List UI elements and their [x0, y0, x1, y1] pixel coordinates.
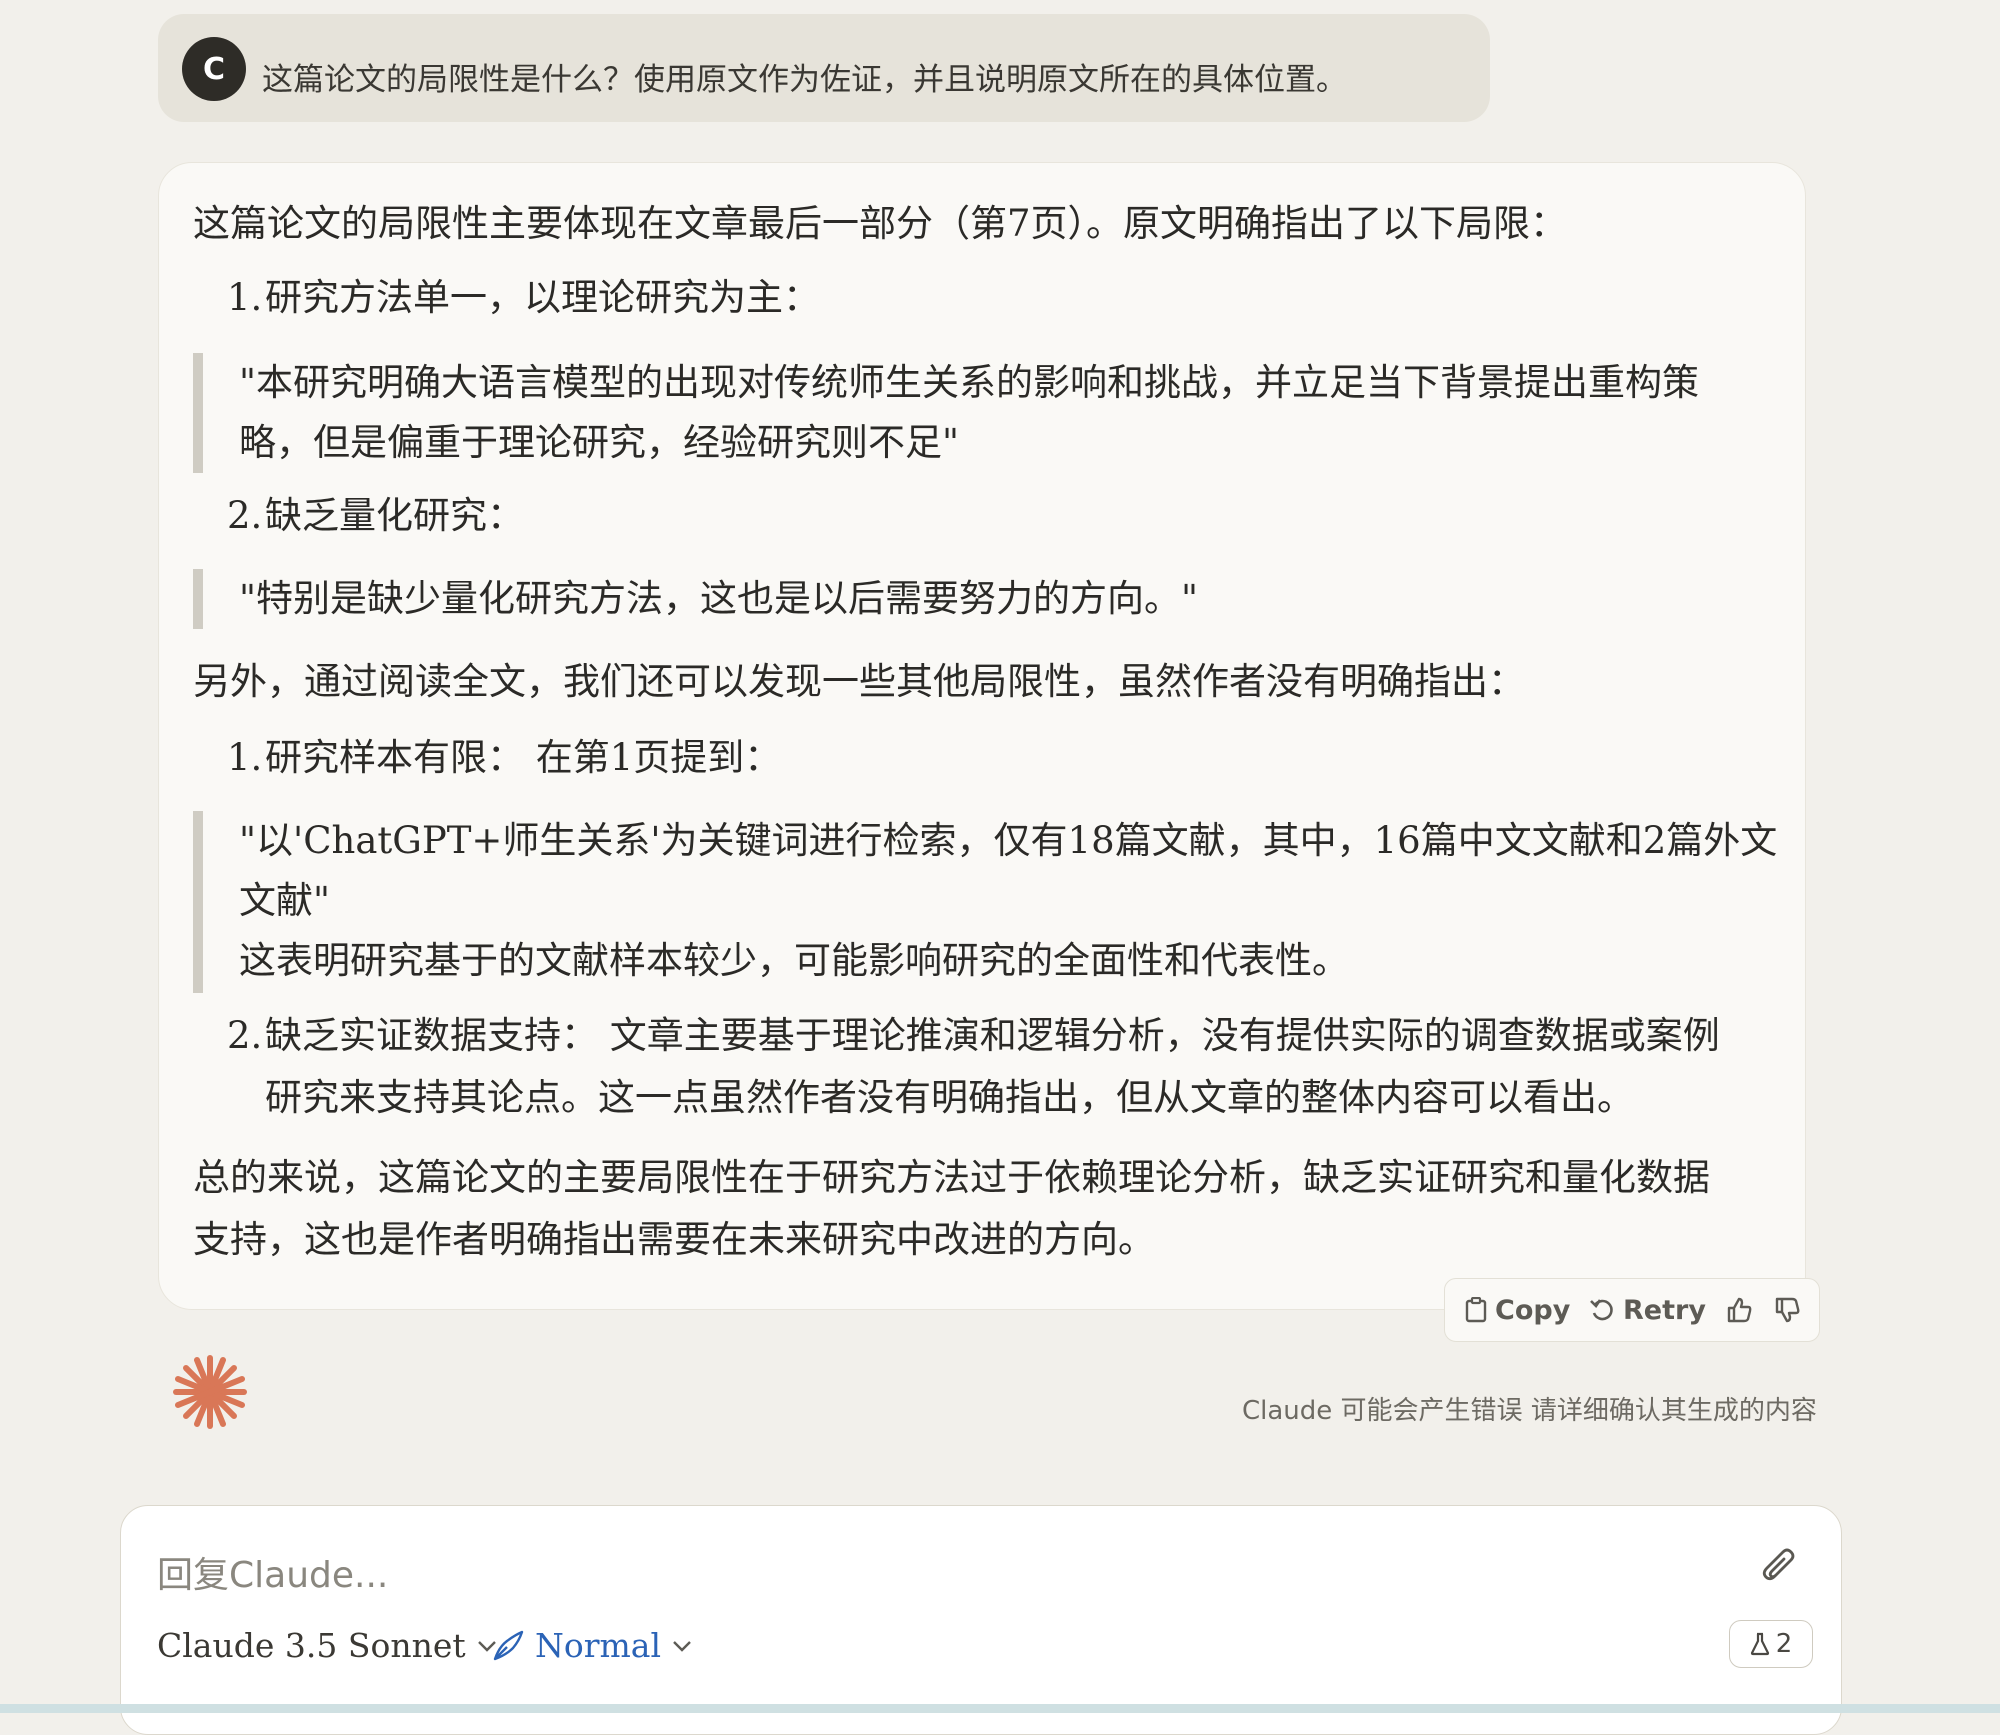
- disclaimer-text: Claude 可能会产生错误 请详细确认其生成的内容: [1242, 1396, 1817, 1426]
- message-actions: Copy Retry: [1444, 1278, 1820, 1342]
- quote-line: 文献": [239, 879, 331, 922]
- thumbs-down-button[interactable]: [1773, 1279, 1809, 1341]
- thumbs-up-icon: [1727, 1297, 1752, 1323]
- flask-count-badge[interactable]: 2: [1729, 1620, 1813, 1668]
- quote-line: 略，但是偏重于理论研究，经验研究则不足": [239, 421, 960, 464]
- quote-line: "本研究明确大语言模型的出现对传统师生关系的影响和挑战，并立足当下背景提出重构策: [239, 361, 1700, 404]
- feather-pen-icon: [493, 1630, 524, 1660]
- blockquote: "本研究明确大语言模型的出现对传统师生关系的影响和挑战，并立足当下背景提出重构策…: [193, 353, 1699, 473]
- list-number: 2.: [227, 494, 263, 537]
- list-item-text: 研究来支持其论点。这一点虽然作者没有明确指出，但从文章的整体内容可以看出。: [265, 1076, 1634, 1119]
- style-selector[interactable]: Normal: [491, 1626, 693, 1665]
- blockquote: "以'ChatGPT+师生关系'为关键词进行检索，仅有18篇文献，其中，16篇中…: [193, 811, 1777, 993]
- model-name: Claude 3.5 Sonnet: [157, 1626, 466, 1665]
- user-message-text: 这篇论文的局限性是什么？使用原文作为佐证，并且说明原文所在的具体位置。: [262, 62, 1347, 98]
- claude-spark-icon: [173, 1355, 247, 1429]
- response-other-intro: 另外，通过阅读全文，我们还可以发现一些其他局限性，虽然作者没有明确指出：: [193, 660, 1525, 703]
- response-intro: 这篇论文的局限性主要体现在文章最后一部分（第7页）。原文明确指出了以下局限：: [193, 202, 1568, 245]
- thumbs-down-icon: [1775, 1297, 1800, 1323]
- quote-line: "以'ChatGPT+师生关系'为关键词进行检索，仅有18篇文献，其中，16篇中…: [239, 819, 1778, 862]
- list-number: 1.: [227, 736, 263, 779]
- retry-button[interactable]: Retry: [1589, 1279, 1706, 1341]
- list-number: 1.: [227, 276, 263, 319]
- retry-icon: [1590, 1299, 1613, 1321]
- flask-icon: [1750, 1632, 1769, 1656]
- list-item-title: 研究方法单一，以理论研究为主：: [265, 276, 820, 319]
- thumbs-up-button[interactable]: [1725, 1279, 1761, 1341]
- conclusion-line: 支持，这也是作者明确指出需要在未来研究中改进的方向。: [193, 1218, 1155, 1261]
- style-name: Normal: [535, 1626, 662, 1665]
- quote-line: "特别是缺少量化研究方法，这也是以后需要努力的方向。": [239, 577, 1199, 620]
- copy-button[interactable]: Copy: [1465, 1279, 1570, 1341]
- user-avatar[interactable]: C: [182, 37, 246, 101]
- list-item-title: 缺乏量化研究：: [265, 494, 524, 537]
- retry-label: Retry: [1623, 1294, 1706, 1326]
- badge-count: 2: [1775, 1629, 1793, 1659]
- chevron-down-icon: [673, 1640, 691, 1652]
- list-item-text: 缺乏实证数据支持： 文章主要基于理论推演和逻辑分析，没有提供实际的调查数据或案例: [265, 1014, 1720, 1057]
- list-number: 2.: [227, 1014, 263, 1057]
- copy-label: Copy: [1495, 1294, 1571, 1326]
- paperclip-icon[interactable]: [1761, 1548, 1797, 1588]
- list-item-title: 研究样本有限： 在第1页提到：: [265, 736, 782, 779]
- reply-input[interactable]: 回复Claude...: [157, 1546, 388, 1598]
- assistant-message-card: 这篇论文的局限性主要体现在文章最后一部分（第7页）。原文明确指出了以下局限： 1…: [158, 162, 1806, 1310]
- user-message-bubble: C 这篇论文的局限性是什么？使用原文作为佐证，并且说明原文所在的具体位置。: [158, 14, 1490, 122]
- conclusion-line: 总的来说，这篇论文的主要局限性在于研究方法过于依赖理论分析，缺乏实证研究和量化数…: [193, 1156, 1710, 1199]
- reply-composer: 回复Claude... Claude 3.5 Sonnet Normal 2: [120, 1505, 1842, 1735]
- blockquote: "特别是缺少量化研究方法，这也是以后需要努力的方向。": [193, 569, 1198, 629]
- clipboard-icon: [1465, 1297, 1487, 1323]
- model-selector[interactable]: Claude 3.5 Sonnet: [157, 1626, 498, 1665]
- quote-line: 这表明研究基于的文献样本较少，可能影响研究的全面性和代表性。: [239, 939, 1349, 982]
- bottom-edge-strip: [0, 1704, 2000, 1713]
